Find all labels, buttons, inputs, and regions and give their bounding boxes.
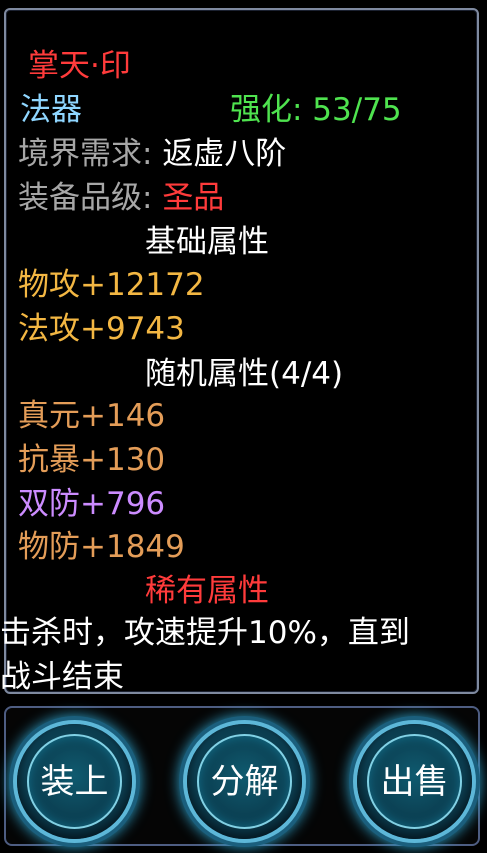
base-stat-magic-attack: 法攻+9743 <box>18 311 185 347</box>
equipment-grade-value: 圣品 <box>162 180 225 216</box>
base-attributes-heading: 基础属性 <box>145 224 269 260</box>
decompose-button[interactable]: 分解 <box>187 724 302 839</box>
random-attributes-heading: 随机属性(4/4) <box>145 356 344 392</box>
realm-requirement-label: 境界需求: <box>18 136 153 172</box>
sell-button-label: 出售 <box>380 761 449 802</box>
rare-attribute-description-line-1: 击杀时，攻速提升10%，直到 <box>0 615 410 651</box>
realm-requirement-value: 返虚八阶 <box>162 136 287 172</box>
rare-attribute-description-line-2: 战斗结束 <box>0 659 124 695</box>
random-stat-physical-defense: 物防+1849 <box>18 529 185 565</box>
enhance-level: 强化: 53/75 <box>230 92 402 128</box>
decompose-button-label: 分解 <box>210 761 279 802</box>
random-stat-zhenyuan: 真元+146 <box>18 398 166 434</box>
random-stat-crit-resistance: 抗暴+130 <box>18 442 166 478</box>
item-type: 法器 <box>20 92 82 128</box>
base-stat-physical-attack: 物攻+12172 <box>18 267 205 303</box>
equipment-grade-label: 装备品级: <box>18 180 153 216</box>
sell-button[interactable]: 出售 <box>357 724 472 839</box>
item-name: 掌天·印 <box>28 48 131 84</box>
equip-button[interactable]: 装上 <box>17 724 132 839</box>
equip-button-label: 装上 <box>40 761 109 802</box>
equipment-grade: 装备品级: 圣品 <box>18 178 224 218</box>
rare-attributes-heading: 稀有属性 <box>145 573 269 609</box>
realm-requirement: 境界需求: 返虚八阶 <box>18 134 286 174</box>
random-stat-dual-defense: 双防+796 <box>18 486 166 522</box>
